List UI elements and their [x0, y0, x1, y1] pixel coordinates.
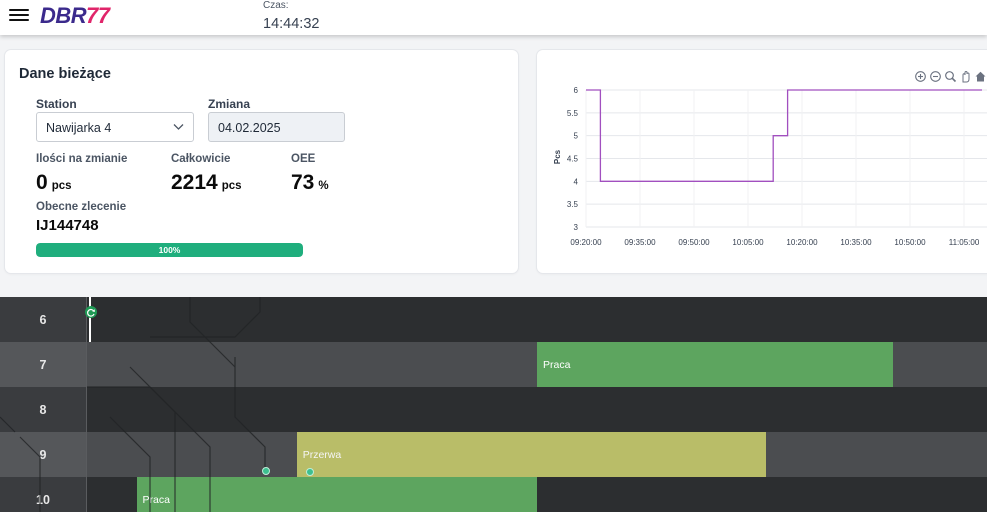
y-tick-label: 5.5 [567, 109, 579, 118]
qty-value: 0 [36, 171, 48, 194]
timeline-bar-pause[interactable]: Przerwa [296, 432, 767, 477]
timeline-row: 8 [0, 387, 987, 432]
timeline-bar-label: Praca [543, 358, 571, 371]
shift-date-value: 04.02.2025 [218, 121, 281, 135]
timeline-hour-label: 7 [0, 342, 87, 387]
card-title: Dane bieżące [19, 66, 111, 82]
current-data-card: Dane bieżące Station Nawijarka 4 Zmiana … [5, 50, 518, 273]
progress-text: 100% [158, 245, 181, 255]
oee-value: 73 [291, 171, 315, 194]
chevron-down-icon [173, 124, 184, 130]
timeline-row: 6 [0, 297, 987, 342]
x-tick-label: 09:50:00 [678, 238, 710, 247]
y-tick-label: 4 [574, 177, 579, 186]
oee-unit: % [318, 180, 329, 192]
y-tick-label: 3.5 [567, 200, 579, 209]
total-label: Całkowicie [171, 153, 231, 165]
clock: Czas: 14:44:32 [263, 0, 319, 34]
timeline-hour-label: 8 [0, 387, 87, 432]
shift-label: Zmiana [208, 97, 251, 111]
timeline-bar-work[interactable]: Praca [136, 477, 537, 512]
station-label: Station [36, 97, 77, 111]
y-tick-label: 5 [574, 132, 579, 141]
total-unit: pcs [221, 180, 242, 192]
x-tick-label: 10:20:00 [786, 238, 818, 247]
refresh-icon[interactable] [85, 306, 97, 318]
production-chart-card: 3 3.5 4 4.5 5 5.5 6 09:20:00 09:35:00 09:50:00 10:… [537, 50, 987, 273]
y-tick-label: 4.5 [567, 155, 579, 164]
x-tick-label: 10:35:00 [840, 238, 872, 247]
station-value: Nawijarka 4 [46, 121, 112, 135]
total-value: 2214 [171, 171, 218, 194]
time-label: Czas: [263, 0, 289, 11]
svg-text:77: 77 [86, 3, 112, 27]
shift-timeline: 6 7 8 9 10 Praca Przerwa Praca [0, 297, 987, 512]
home-icon[interactable] [974, 70, 987, 83]
qty-label: Ilości na zmianie [36, 153, 128, 165]
order-label: Obecne zlecenie [36, 201, 127, 213]
x-tick-label: 10:05:00 [732, 238, 764, 247]
zoom-out-icon[interactable] [929, 70, 942, 83]
x-tick-label: 11:05:00 [949, 238, 980, 247]
order-value: IJ144748 [36, 217, 99, 234]
timeline-bar-label: Praca [142, 493, 170, 506]
y-tick-label: 6 [574, 86, 579, 95]
qty-stat: 0 pcs [36, 171, 72, 195]
total-stat: 2214 pcs [171, 171, 242, 195]
station-select[interactable]: Nawijarka 4 [36, 112, 194, 142]
timeline-bar-work[interactable]: Praca [537, 342, 893, 387]
production-chart[interactable]: 3 3.5 4 4.5 5 5.5 6 09:20:00 09:35:00 09:50:00 10:… [537, 50, 987, 273]
zoom-in-icon[interactable] [914, 70, 927, 83]
shift-date-field[interactable]: 04.02.2025 [208, 112, 345, 142]
menu-icon[interactable] [9, 6, 29, 24]
order-progress-bar: 100% [36, 243, 303, 257]
timeline-hour-label: 6 [0, 297, 87, 342]
time-value: 14:44:32 [263, 16, 320, 32]
timeline-marker-dot[interactable] [306, 468, 314, 476]
progress-fill: 100% [36, 243, 303, 257]
chart-toolbar [914, 70, 987, 83]
qty-unit: pcs [51, 180, 72, 192]
x-tick-label: 09:20:00 [570, 238, 602, 247]
pan-icon[interactable] [959, 70, 972, 83]
timeline-marker-dot[interactable] [262, 467, 270, 475]
svg-text:DBR: DBR [40, 3, 87, 27]
timeline-hour-label: 9 [0, 432, 87, 477]
top-bar: DBR 77 Czas: 14:44:32 [0, 0, 987, 35]
x-tick-label: 10:50:00 [894, 238, 926, 247]
y-tick-label: 3 [574, 223, 579, 232]
timeline-bar-label: Przerwa [302, 448, 342, 461]
x-tick-label: 09:35:00 [624, 238, 656, 247]
oee-stat: 73% [291, 171, 329, 195]
logo: DBR 77 [40, 3, 112, 27]
current-time-line [89, 297, 91, 342]
oee-label: OEE [291, 153, 316, 165]
timeline-hour-label: 10 [0, 477, 87, 512]
magnify-icon[interactable] [944, 70, 957, 83]
y-axis-label: Pcs [553, 149, 562, 164]
